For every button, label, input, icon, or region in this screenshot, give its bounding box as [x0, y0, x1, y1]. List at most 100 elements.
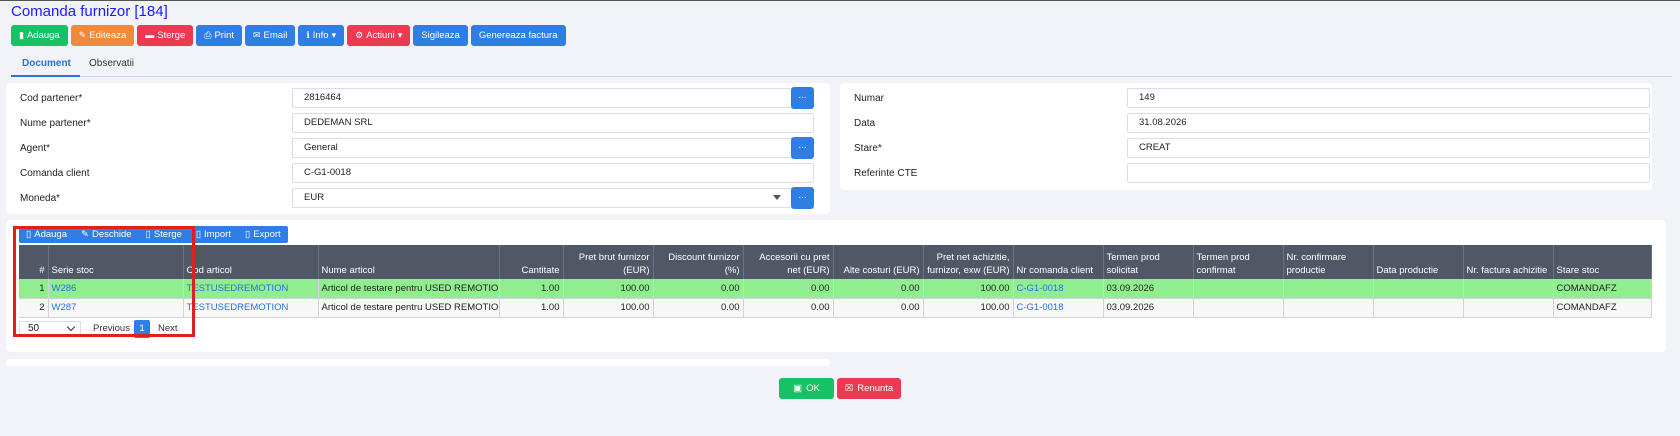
agent-lookup-button[interactable]: ...	[791, 137, 814, 159]
nume-partener-row: Nume partener* DEDEMAN SRL	[6, 113, 830, 135]
column-header[interactable]: Nr comanda client	[1013, 245, 1104, 279]
table-cell	[1373, 279, 1464, 299]
cod-articol-link[interactable]: TESTUSEDREMOTION	[183, 298, 319, 318]
sterge-button[interactable]: ▬ Sterge	[137, 25, 194, 46]
envelope-icon: ✉	[253, 30, 261, 40]
column-header[interactable]: Pret net achizitie, furnizor, exw (EUR)	[923, 245, 1014, 279]
items-table: # Serie stoc Cod articol Nume articol Ca…	[19, 245, 1652, 318]
column-header[interactable]: Stare stoc	[1553, 245, 1652, 279]
moneda-lookup-button[interactable]: ...	[791, 187, 814, 209]
numar-row: Numar 149	[840, 88, 1652, 110]
column-header[interactable]: Data productie	[1373, 245, 1464, 279]
table-header-row: # Serie stoc Cod articol Nume articol Ca…	[19, 245, 1652, 279]
column-header[interactable]: Termen prod solicitat	[1103, 245, 1194, 279]
table-cell: 100.00	[563, 298, 654, 318]
info-button-label: Info	[312, 30, 329, 41]
column-header[interactable]: Pret brut furnizor (EUR)	[563, 245, 654, 279]
cod-articol-link[interactable]: TESTUSEDREMOTION	[183, 279, 319, 299]
gear-icon: ⚙	[355, 30, 364, 40]
highlight-annotation-box	[13, 226, 195, 337]
edit-icon: ✎	[78, 30, 87, 40]
ok-button-label: OK	[806, 383, 820, 394]
table-cell: Articol de testare pentru USED REMOTION	[318, 279, 500, 299]
column-header[interactable]: Discount furnizor (%)	[653, 245, 744, 279]
data-label: Data	[854, 118, 876, 129]
save-icon: ▣	[793, 383, 803, 394]
table-cell	[1463, 298, 1554, 318]
table-cell: 03.09.2026	[1103, 298, 1194, 318]
column-header[interactable]: Alte costuri (EUR)	[833, 245, 924, 279]
agent-input[interactable]: General	[292, 138, 792, 158]
cod-partener-lookup-button[interactable]: ...	[791, 87, 814, 109]
table-cell: COMANDAFZ	[1553, 279, 1652, 299]
grid-import-button[interactable]: ▯ Import	[189, 226, 238, 243]
referinte-label: Referinte CTE	[854, 168, 918, 179]
document-info-panel: Numar 149 Data 31.08.2026 Stare* CREAT R…	[840, 83, 1652, 190]
comanda-client-input[interactable]: C-G1-0018	[292, 163, 814, 183]
table-cell	[1373, 298, 1464, 318]
table-cell: 100.00	[923, 279, 1014, 299]
comanda-client-link[interactable]: C-G1-0018	[1013, 298, 1104, 318]
caret-down-icon: ▾	[331, 30, 337, 40]
partner-form-panel: Cod partener* 2816464 ... Nume partener*…	[6, 83, 830, 214]
info-icon: ℹ	[306, 30, 310, 40]
table-row[interactable]: 1 W286 TESTUSEDREMOTION Articol de testa…	[19, 279, 1652, 299]
column-header[interactable]: Cantitate	[499, 245, 564, 279]
print-button[interactable]: ⎙ Print	[196, 25, 242, 46]
table-row[interactable]: 2 W287 TESTUSEDREMOTION Articol de testa…	[19, 298, 1652, 318]
moneda-row: Moneda* EUR ...	[6, 187, 830, 210]
table-cell: COMANDAFZ	[1553, 298, 1652, 318]
data-input[interactable]: 31.08.2026	[1127, 113, 1650, 133]
numar-label: Numar	[854, 93, 885, 104]
file-icon: ▮	[19, 30, 24, 40]
column-header[interactable]: Cod articol	[183, 245, 319, 279]
table-cell	[1193, 279, 1284, 299]
sigileaza-button[interactable]: Sigileaza	[413, 25, 468, 46]
table-cell	[1193, 298, 1284, 318]
editeaza-button[interactable]: ✎ Editeaza	[70, 25, 135, 46]
cod-partener-input[interactable]: 2816464	[292, 88, 792, 108]
main-toolbar: ▮ Adauga ✎ Editeaza ▬ Sterge ⎙ Print ✉ Email …	[11, 25, 566, 46]
info-dropdown-button[interactable]: ℹ Info ▾	[298, 25, 345, 46]
referinte-input[interactable]	[1127, 163, 1650, 183]
email-button[interactable]: ✉ Email	[245, 25, 296, 46]
moneda-selected-value: EUR	[304, 192, 325, 203]
column-header[interactable]: Accesorii cu pret net (EUR)	[743, 245, 834, 279]
adauga-button[interactable]: ▮ Adauga	[11, 25, 68, 46]
renunta-button[interactable]: ☒ Renunta	[837, 378, 901, 399]
genereaza-factura-button[interactable]: Genereaza factura	[470, 25, 566, 46]
table-cell	[1283, 279, 1374, 299]
column-header[interactable]: Termen prod confirmat	[1193, 245, 1284, 279]
numar-input[interactable]: 149	[1127, 88, 1650, 108]
tab-document[interactable]: Document	[22, 58, 71, 69]
column-header[interactable]: Nume articol	[318, 245, 500, 279]
table-cell: 100.00	[923, 298, 1014, 318]
horizontal-scrollbar[interactable]	[6, 359, 830, 366]
caret-down-icon: ▾	[397, 30, 403, 40]
active-tab-indicator	[11, 75, 80, 77]
nume-partener-label: Nume partener*	[20, 118, 91, 129]
grid-export-button[interactable]: ▯ Export	[238, 226, 288, 243]
comanda-client-label: Comanda client	[20, 168, 90, 179]
column-header[interactable]: Nr. confirmare productie	[1283, 245, 1374, 279]
table-cell: 1.00	[499, 298, 564, 318]
table-cell: 0.00	[743, 279, 834, 299]
ok-button[interactable]: ▣ OK	[779, 378, 834, 399]
close-icon: ☒	[844, 383, 854, 394]
moneda-label: Moneda*	[20, 193, 61, 204]
table-cell: 0.00	[653, 298, 744, 318]
tab-observatii[interactable]: Observatii	[89, 58, 134, 69]
table-cell: Articol de testare pentru USED REMOTION	[318, 298, 500, 318]
email-button-label: Email	[263, 30, 288, 41]
comanda-client-link[interactable]: C-G1-0018	[1013, 279, 1104, 299]
nume-partener-input[interactable]: DEDEMAN SRL	[292, 113, 814, 133]
actiuni-dropdown-button[interactable]: ⚙ Actiuni ▾	[347, 25, 411, 46]
grid-export-label: Export	[253, 229, 281, 240]
caret-down-icon	[773, 195, 781, 200]
window-top-border	[0, 0, 1680, 1]
stare-input[interactable]: CREAT	[1127, 138, 1650, 158]
trash-icon: ▬	[145, 30, 155, 40]
table-cell	[1463, 279, 1554, 299]
moneda-select[interactable]: EUR	[292, 188, 792, 208]
column-header[interactable]: Nr. factura achizitie	[1463, 245, 1554, 279]
